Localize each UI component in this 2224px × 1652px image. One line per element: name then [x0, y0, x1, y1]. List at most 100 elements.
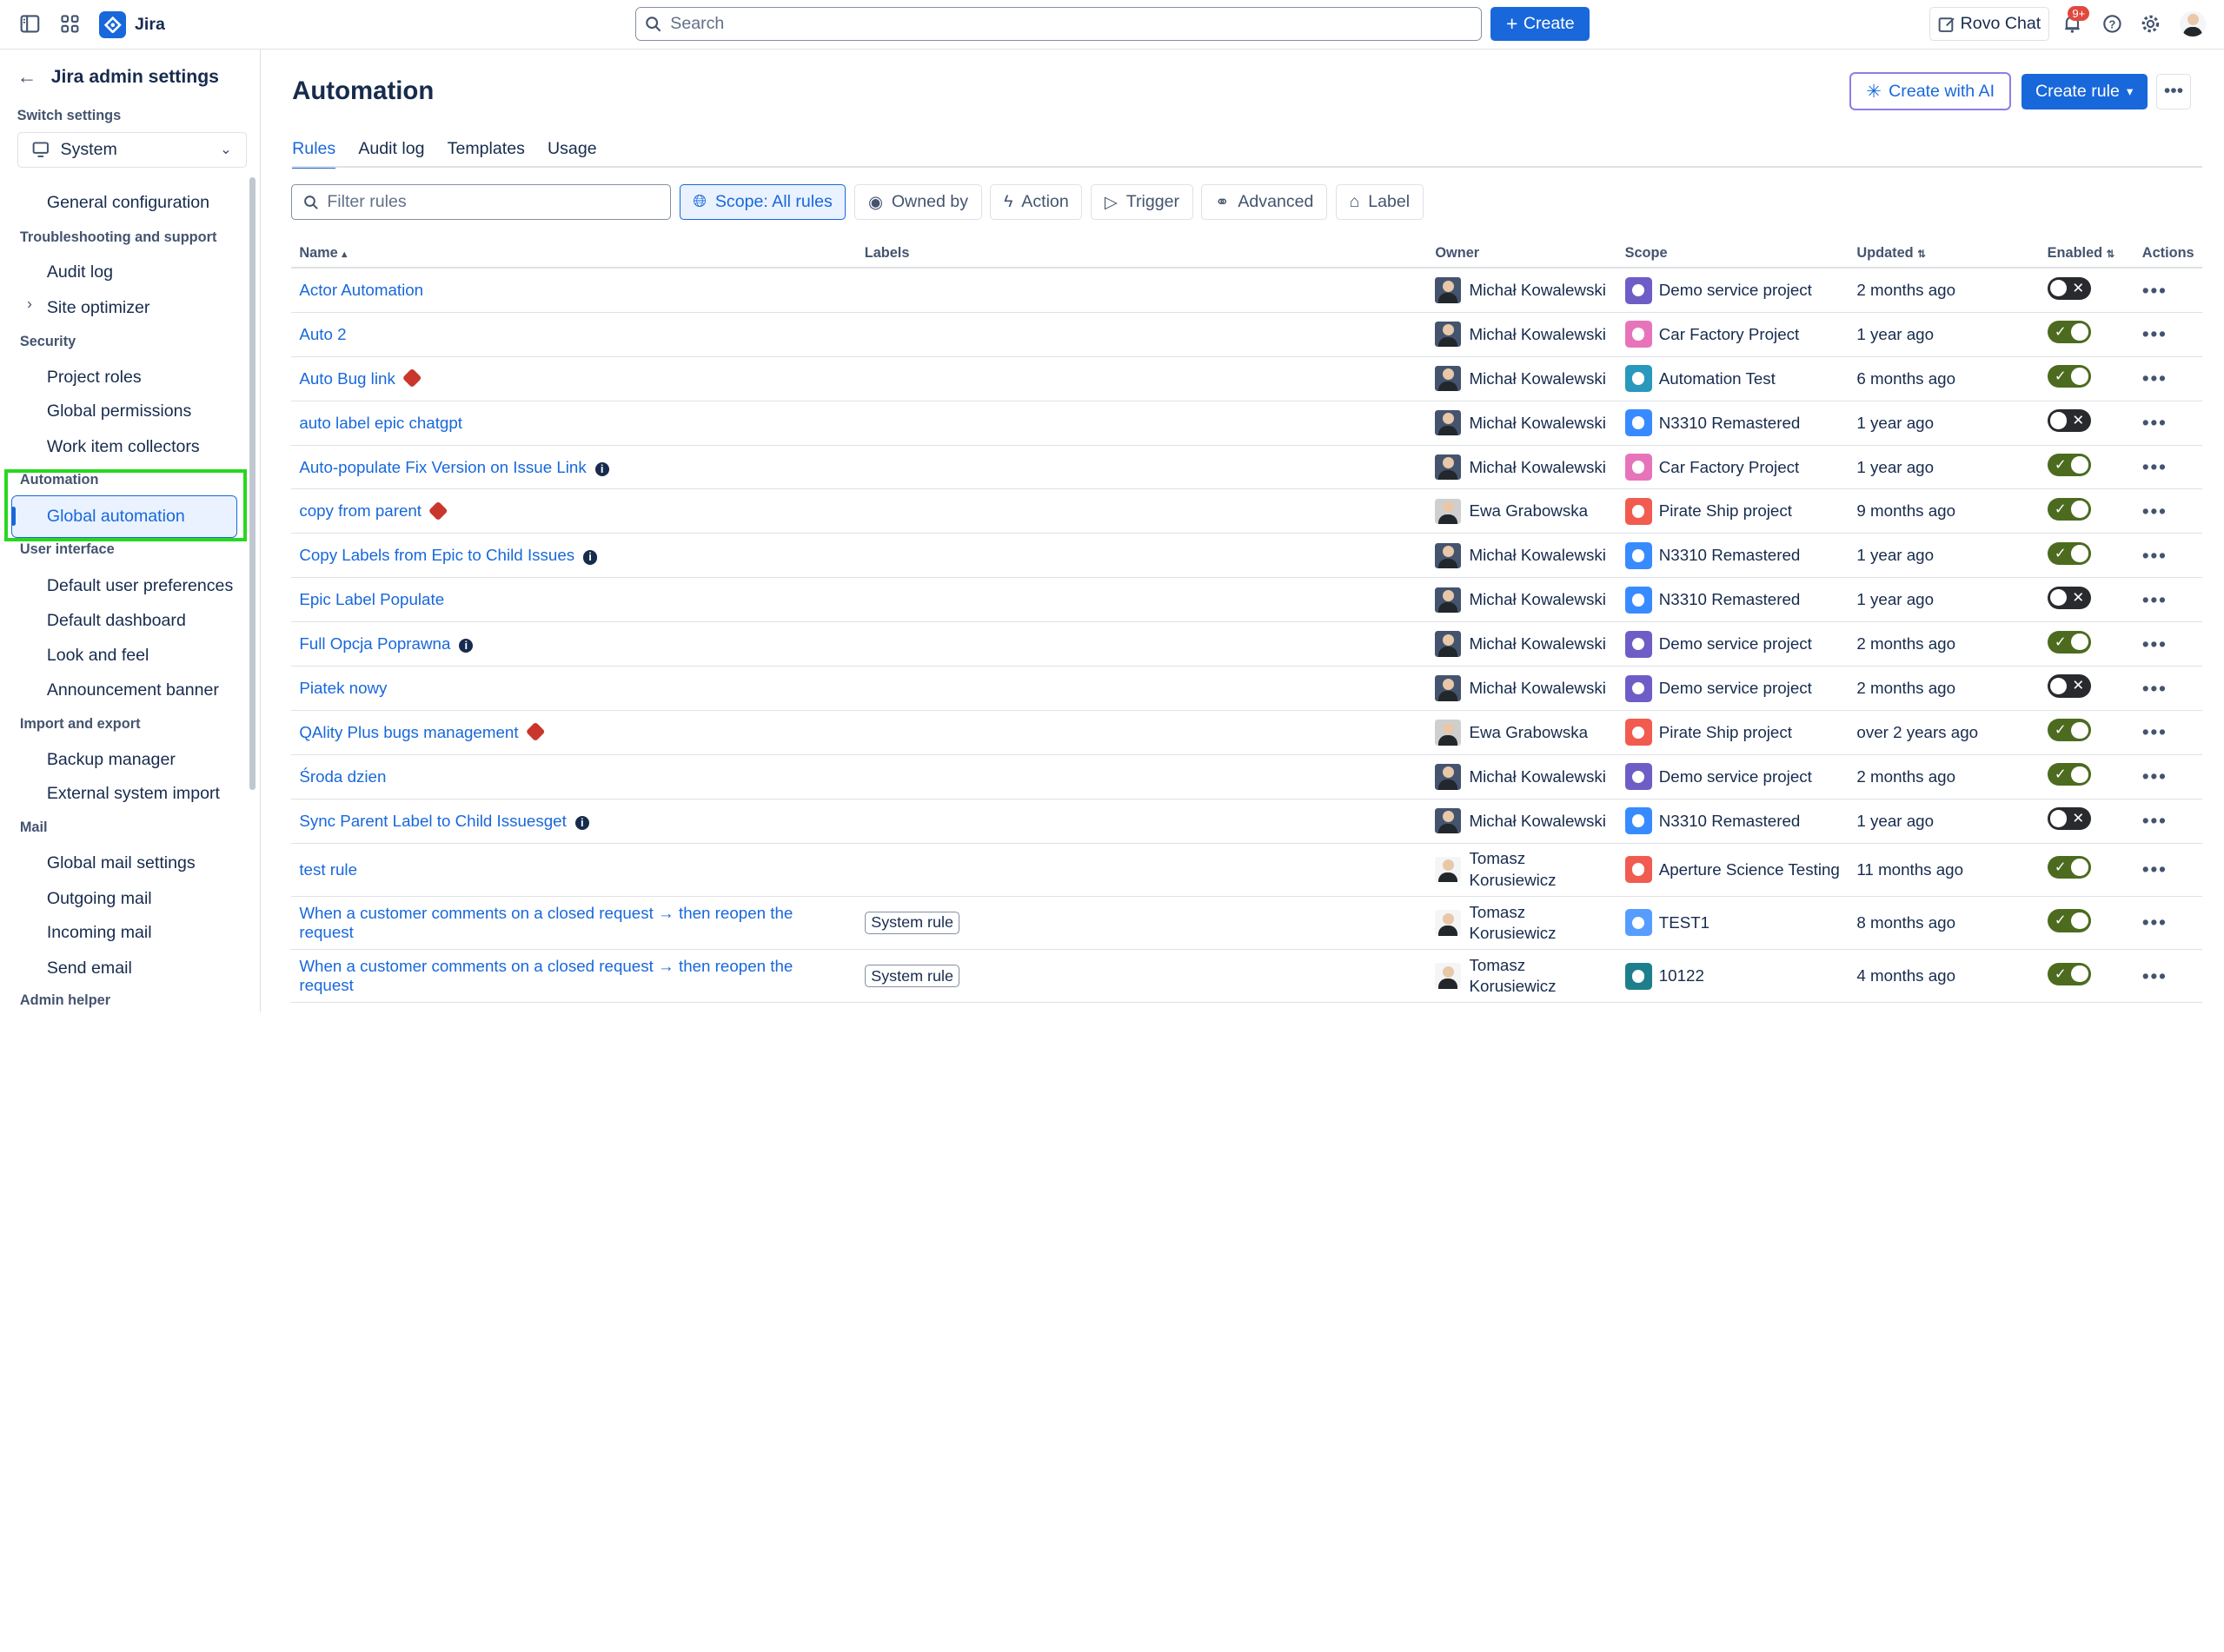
info-icon[interactable]: i	[582, 550, 598, 565]
table-row[interactable]: Środa dzien Michał Kowalewski Demo servi…	[290, 754, 2203, 799]
tab-rules[interactable]: Rules	[292, 139, 336, 169]
rule-name-link[interactable]: Auto-populate Fix Version on Issue Link	[299, 458, 586, 476]
info-icon[interactable]: i	[594, 461, 609, 476]
label-filter-button[interactable]: ⌂ Label	[1335, 184, 1424, 220]
row-actions-button[interactable]: •••	[2142, 455, 2168, 478]
sidebar-item-send-email[interactable]: Send email	[47, 959, 132, 979]
info-icon[interactable]: i	[459, 639, 474, 654]
row-actions-button[interactable]: •••	[2142, 500, 2168, 522]
rule-name-link[interactable]: auto label epic chatgpt	[299, 414, 462, 432]
row-actions-button[interactable]: •••	[2142, 858, 2168, 880]
rule-name-link[interactable]: Sync Parent Label to Child Issuesget	[299, 812, 566, 830]
row-actions-button[interactable]: •••	[2142, 911, 2168, 933]
rule-name-link[interactable]: Copy Labels from Epic to Child Issues	[299, 546, 574, 564]
action-filter-button[interactable]: ϟ Action	[990, 184, 1083, 220]
enabled-toggle[interactable]: ✕	[2047, 409, 2092, 433]
column-enabled[interactable]: Enabled ⇅	[2038, 239, 2134, 269]
sidebar-item-site-optimizer[interactable]: Site optimizer	[47, 298, 150, 318]
sidebar-scrollbar[interactable]	[249, 176, 256, 790]
row-actions-button[interactable]: •••	[2142, 279, 2168, 302]
filter-rules-input[interactable]: Filter rules	[290, 184, 671, 220]
create-with-ai-button[interactable]: ✳ Create with AI	[1849, 72, 2012, 111]
row-actions-button[interactable]: •••	[2142, 809, 2168, 832]
sidebar-item-general-configuration[interactable]: General configuration	[47, 193, 209, 213]
row-actions-button[interactable]: •••	[2142, 544, 2168, 567]
info-icon[interactable]: i	[574, 815, 589, 831]
row-actions-button[interactable]: •••	[2142, 965, 2168, 987]
table-row[interactable]: auto label epic chatgpt Michał Kowalewsk…	[290, 401, 2203, 446]
enabled-toggle[interactable]: ✓	[2047, 321, 2092, 344]
sidebar-item-global-mail-settings[interactable]: Global mail settings	[47, 853, 196, 873]
table-row[interactable]: Sync Parent Label to Child Issuesget i Mi…	[290, 799, 2203, 844]
column-name[interactable]: Name ▴	[290, 239, 856, 269]
rule-name-link[interactable]: Auto 2	[299, 325, 346, 343]
owned-by-filter-button[interactable]: ◉ Owned by	[854, 184, 982, 220]
more-options-button[interactable]: •••	[2155, 73, 2192, 109]
table-row[interactable]: Piatek nowy Michał Kowalewski Demo servi…	[290, 666, 2203, 711]
create-button[interactable]: + Create	[1490, 7, 1590, 42]
table-row[interactable]: Auto-populate Fix Version on Issue Link i…	[290, 445, 2203, 490]
table-row[interactable]: Full Opcja Poprawna i Michał Kowalewski D…	[290, 621, 2203, 667]
rule-name-link[interactable]: When a customer comments on a closed req…	[299, 957, 793, 994]
enabled-toggle[interactable]: ✓	[2047, 365, 2092, 388]
sidebar-item-look-and-feel[interactable]: Look and feel	[47, 646, 149, 666]
trigger-filter-button[interactable]: ▷ Trigger	[1091, 184, 1193, 220]
enabled-toggle[interactable]: ✓	[2047, 856, 2092, 879]
warning-icon[interactable]	[525, 721, 546, 742]
enabled-toggle[interactable]: ✕	[2047, 586, 2092, 609]
advanced-filter-button[interactable]: ⚭ Advanced	[1201, 184, 1328, 220]
enabled-toggle[interactable]: ✓	[2047, 719, 2092, 742]
enabled-toggle[interactable]: ✕	[2047, 807, 2092, 831]
enabled-toggle[interactable]: ✓	[2047, 541, 2092, 565]
warning-icon[interactable]	[402, 368, 422, 388]
table-row[interactable]: QAlity Plus bugs management Ewa Grabowsk…	[290, 710, 2203, 755]
rule-name-link[interactable]: test rule	[299, 860, 357, 879]
table-row[interactable]: When a customer comments on a closed req…	[290, 896, 2203, 951]
table-row[interactable]: Epic Label Populate Michał Kowalewski N3…	[290, 577, 2203, 623]
sidebar-item-audit-log[interactable]: Audit log	[47, 262, 113, 282]
jira-home-link[interactable]: Jira	[99, 11, 165, 39]
enabled-toggle[interactable]: ✓	[2047, 630, 2092, 654]
sidebar-toggle-icon[interactable]	[17, 11, 43, 36]
row-actions-button[interactable]: •••	[2142, 367, 2168, 389]
rule-name-link[interactable]: Auto Bug link	[299, 369, 395, 388]
sidebar-item-announcement-banner[interactable]: Announcement banner	[47, 680, 219, 700]
table-row[interactable]: When a customer comments on a closed req…	[290, 949, 2203, 1004]
sidebar-item-global-permissions[interactable]: Global permissions	[47, 401, 191, 421]
rule-name-link[interactable]: Actor Automation	[299, 281, 423, 299]
settings-switch-select[interactable]: System ⌄	[17, 131, 247, 168]
enabled-toggle[interactable]: ✓	[2047, 453, 2092, 477]
create-rule-button[interactable]: Create rule ▾	[2021, 73, 2148, 109]
rule-name-link[interactable]: When a customer comments on a closed req…	[299, 904, 793, 941]
search-input[interactable]: Search	[635, 7, 1483, 42]
tab-templates[interactable]: Templates	[448, 139, 525, 169]
sidebar-item-default-user-preferences[interactable]: Default user preferences	[47, 576, 233, 596]
user-avatar[interactable]	[2180, 11, 2206, 37]
rule-name-link[interactable]: Epic Label Populate	[299, 590, 444, 608]
sidebar-item-project-roles[interactable]: Project roles	[47, 368, 142, 388]
enabled-toggle[interactable]: ✓	[2047, 497, 2092, 521]
sidebar-item-work-item-collectors[interactable]: Work item collectors	[47, 437, 200, 457]
sidebar-item-backup-manager[interactable]: Backup manager	[47, 750, 176, 770]
rule-name-link[interactable]: Piatek nowy	[299, 679, 387, 697]
sidebar-item-incoming-mail[interactable]: Incoming mail	[47, 923, 152, 943]
table-row[interactable]: Actor Automation Michał Kowalewski Demo …	[290, 268, 2203, 313]
enabled-toggle[interactable]: ✕	[2047, 674, 2092, 698]
row-actions-button[interactable]: •••	[2142, 677, 2168, 700]
app-switcher-icon[interactable]	[56, 11, 82, 36]
tab-usage[interactable]: Usage	[548, 139, 597, 169]
sidebar-item-external-system-import[interactable]: External system import	[47, 784, 220, 804]
enabled-toggle[interactable]: ✓	[2047, 763, 2092, 786]
table-row[interactable]: Copy Labels from Epic to Child Issues i M…	[290, 533, 2203, 579]
row-actions-button[interactable]: •••	[2142, 411, 2168, 434]
table-row[interactable]: Auto Bug link Michał Kowalewski Automati…	[290, 356, 2203, 401]
table-row[interactable]: Auto 2 Michał Kowalewski Car Factory Pro…	[290, 312, 2203, 357]
row-actions-button[interactable]: •••	[2142, 720, 2168, 743]
rule-name-link[interactable]: QAlity Plus bugs management	[299, 723, 518, 741]
sidebar-item-default-dashboard[interactable]: Default dashboard	[47, 611, 186, 631]
enabled-toggle[interactable]: ✓	[2047, 909, 2092, 932]
help-icon[interactable]: ?	[2099, 11, 2124, 36]
sidebar-item-outgoing-mail[interactable]: Outgoing mail	[47, 889, 152, 909]
enabled-toggle[interactable]: ✕	[2047, 276, 2092, 300]
back-arrow-icon[interactable]: ←	[17, 65, 37, 89]
